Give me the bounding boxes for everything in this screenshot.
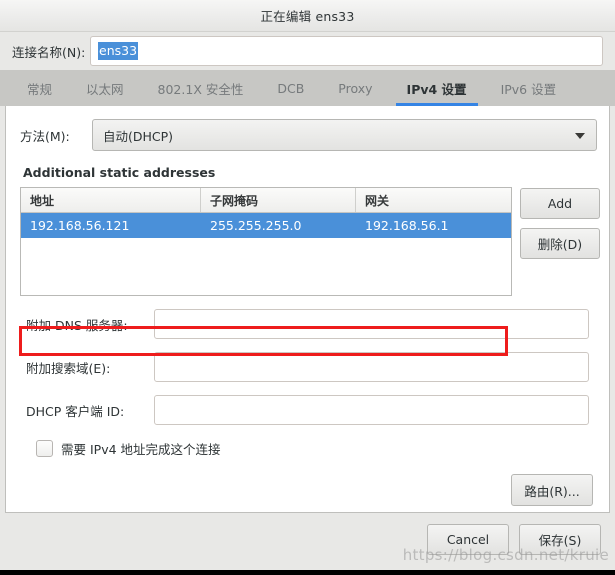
- tab-ethernet[interactable]: 以太网: [69, 70, 141, 106]
- search-domains-label: 附加搜索域(E):: [26, 360, 111, 376]
- table-side-buttons: Add 删除(D): [520, 187, 600, 259]
- tab-bar: 常规 以太网 802.1X 安全性 DCB Proxy IPv4 设置 IPv6…: [0, 70, 615, 106]
- require-ipv4-label: 需要 IPv4 地址完成这个连接: [61, 442, 221, 457]
- tab-ethernet-label: 以太网: [86, 81, 124, 97]
- additional-addresses-title: Additional static addresses: [23, 165, 216, 180]
- addresses-table-block: 地址 子网掩码 网关 192.168.56.121 255.255.255.0 …: [6, 187, 609, 296]
- method-dropdown[interactable]: 自动(DHCP): [92, 119, 597, 151]
- tab-ipv4-settings[interactable]: IPv4 设置: [390, 70, 484, 106]
- search-domains-input[interactable]: [154, 352, 589, 382]
- connection-name-value: ens33: [98, 42, 139, 60]
- column-header-gateway[interactable]: 网关: [356, 188, 511, 212]
- dns-servers-input[interactable]: [154, 309, 589, 339]
- titlebar: 正在编辑 ens33: [0, 0, 615, 32]
- connection-name-input[interactable]: ens33: [90, 36, 603, 66]
- dns-servers-row: 附加 DNS 服务器:: [6, 309, 609, 339]
- connection-name-label: 连接名称(N):: [12, 44, 86, 60]
- table-row[interactable]: 192.168.56.121 255.255.255.0 192.168.56.…: [21, 213, 511, 238]
- chevron-down-icon: [575, 133, 585, 139]
- cell-address: 192.168.56.121: [30, 218, 130, 233]
- tab-dcb-label: DCB: [277, 80, 305, 96]
- routes-button[interactable]: 路由(R)...: [511, 474, 593, 506]
- cell-gateway: 192.168.56.1: [365, 218, 449, 233]
- method-label: 方法(M):: [20, 128, 70, 144]
- window-title: 正在编辑 ens33: [260, 9, 355, 24]
- dhcp-client-id-row: DHCP 客户端 ID:: [6, 395, 609, 425]
- tab-8021x-security-label: 802.1X 安全性: [157, 81, 244, 97]
- dialog-action-bar: Cancel 保存(S) https://blog.csdn.net/kruie: [0, 513, 615, 570]
- cell-netmask: 255.255.255.0: [210, 218, 302, 233]
- tab-ipv6-settings-label: IPv6 设置: [500, 81, 557, 97]
- search-domains-row: 附加搜索域(E):: [6, 352, 609, 382]
- addresses-table[interactable]: 地址 子网掩码 网关 192.168.56.121 255.255.255.0 …: [20, 187, 512, 296]
- column-header-address[interactable]: 地址: [21, 188, 201, 212]
- tab-general[interactable]: 常规: [10, 70, 69, 106]
- tab-8021x-security[interactable]: 802.1X 安全性: [141, 70, 261, 106]
- require-ipv4-row[interactable]: 需要 IPv4 地址完成这个连接: [6, 439, 609, 458]
- table-header-row: 地址 子网掩码 网关: [21, 188, 511, 213]
- tab-proxy[interactable]: Proxy: [321, 70, 389, 106]
- column-header-netmask[interactable]: 子网掩码: [201, 188, 356, 212]
- dhcp-client-id-label: DHCP 客户端 ID:: [26, 403, 125, 419]
- method-value: 自动(DHCP): [103, 128, 174, 144]
- dhcp-client-id-input[interactable]: [154, 395, 589, 425]
- tab-ipv6-settings[interactable]: IPv6 设置: [484, 70, 574, 106]
- ipv4-settings-page: 方法(M): 自动(DHCP) Additional static addres…: [5, 106, 610, 513]
- tab-ipv4-settings-label: IPv4 设置: [406, 81, 467, 97]
- tab-dcb[interactable]: DCB: [260, 70, 321, 106]
- tab-proxy-label: Proxy: [338, 80, 373, 96]
- tab-general-label: 常规: [27, 81, 53, 97]
- routes-row: 路由(R)...: [6, 474, 609, 506]
- delete-address-button[interactable]: 删除(D): [520, 228, 600, 259]
- dns-servers-label: 附加 DNS 服务器:: [26, 317, 128, 333]
- connection-name-row: 连接名称(N): ens33: [0, 32, 615, 70]
- require-ipv4-checkbox[interactable]: [36, 440, 53, 457]
- save-button[interactable]: 保存(S): [519, 524, 601, 555]
- add-address-button[interactable]: Add: [520, 188, 600, 219]
- table-body: 192.168.56.121 255.255.255.0 192.168.56.…: [21, 213, 511, 295]
- edit-connection-dialog: 正在编辑 ens33 连接名称(N): ens33 常规 以太网 802.1X …: [0, 0, 615, 570]
- method-row: 方法(M): 自动(DHCP): [6, 106, 609, 151]
- cancel-button[interactable]: Cancel: [427, 524, 509, 555]
